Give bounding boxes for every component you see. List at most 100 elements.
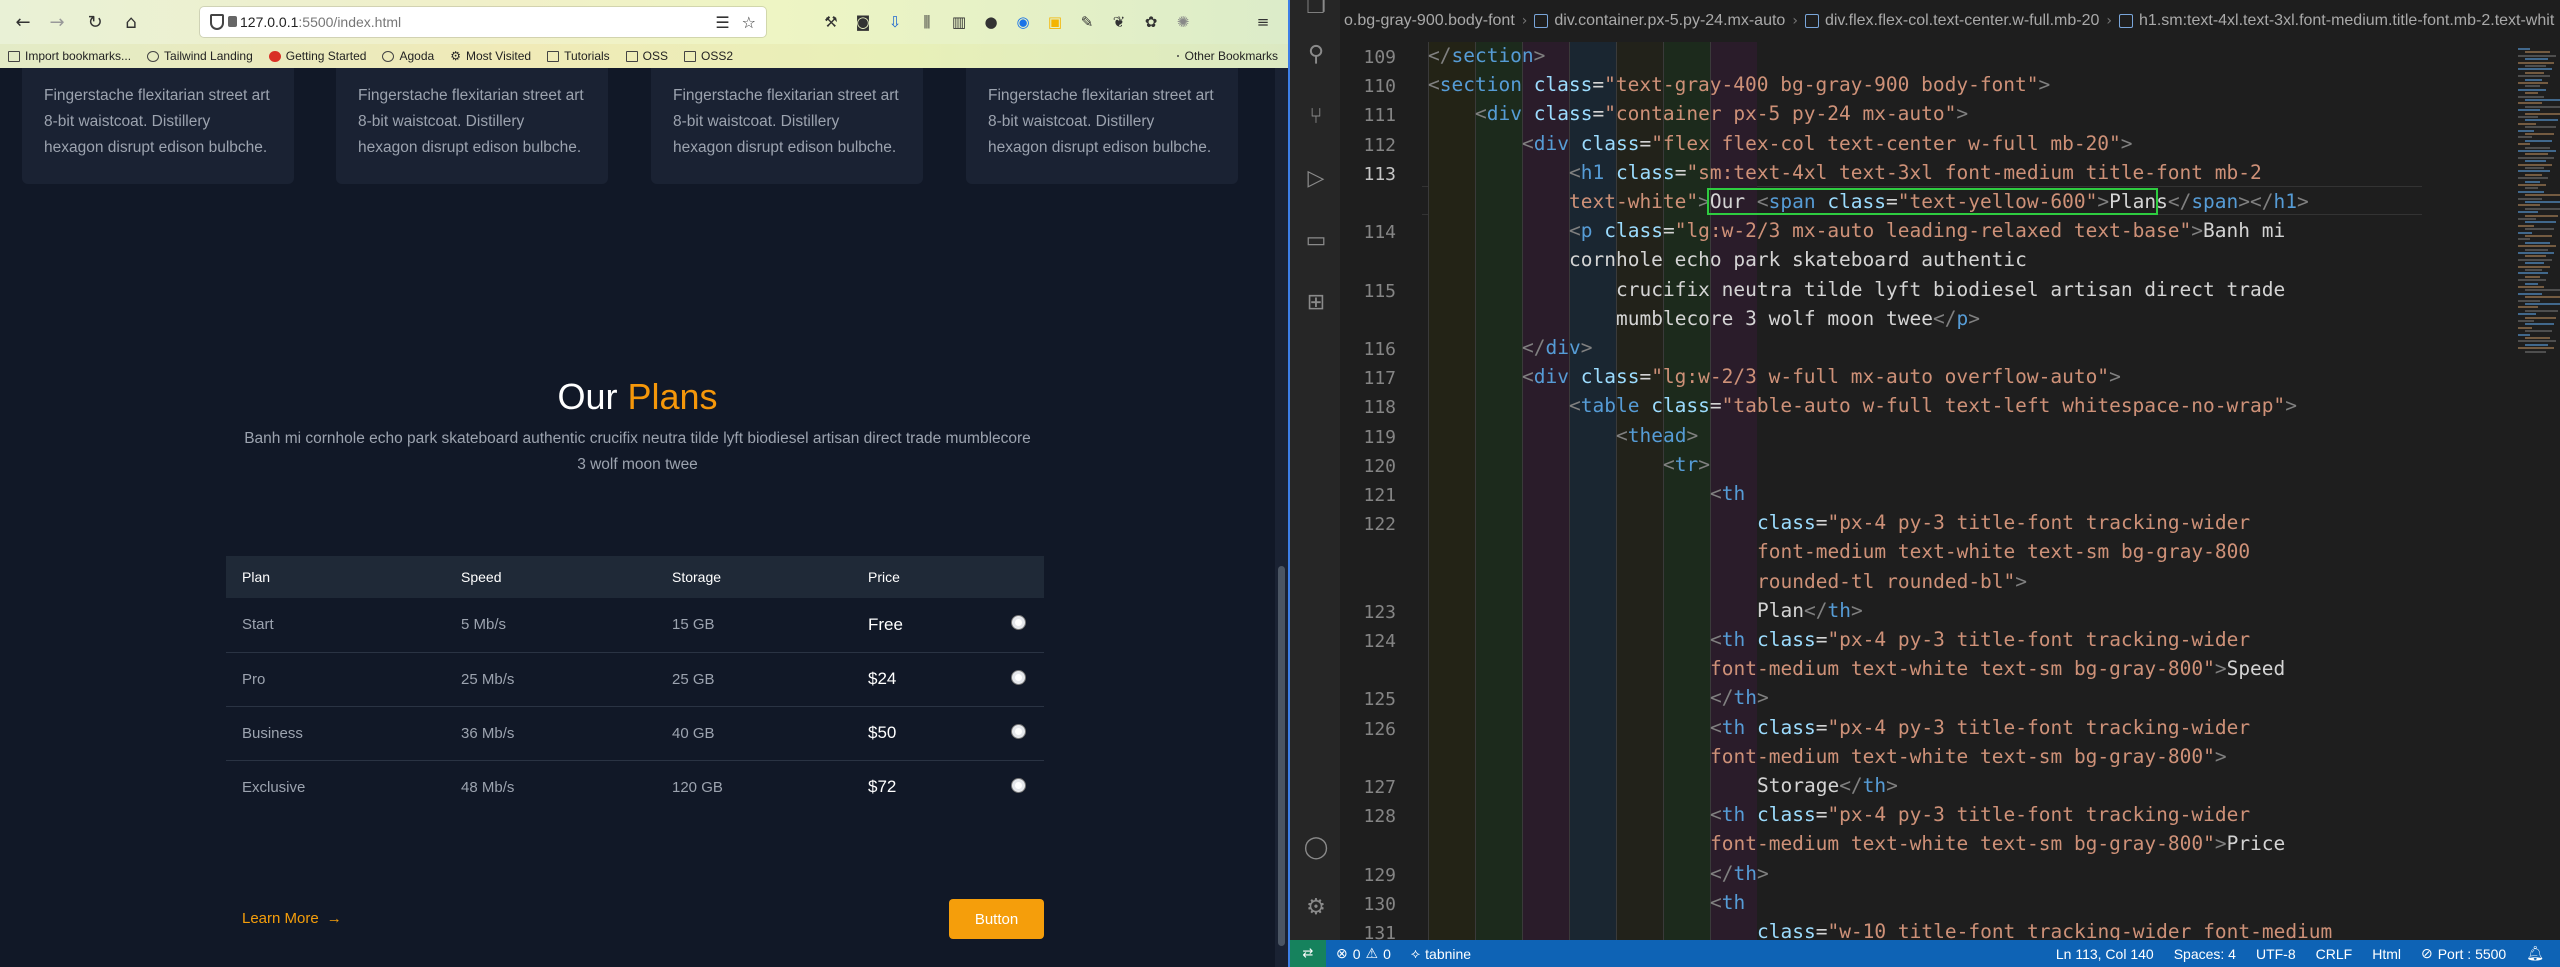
settings-gear-icon[interactable]: ⚙ [1302, 893, 1330, 921]
reader-view-icon[interactable]: ☰ [715, 13, 729, 32]
back-icon[interactable]: ← [10, 9, 36, 35]
minimap-line [2525, 194, 2560, 197]
bookmark-tutorials[interactable]: Tutorials [539, 49, 618, 63]
code-line: Plan</th> [1757, 599, 1863, 622]
menu-icon[interactable]: ≡ [1252, 11, 1274, 33]
minimap[interactable] [2512, 42, 2560, 940]
extension-yellow-icon[interactable]: ▣ [1044, 11, 1066, 33]
bookmark-tailwind[interactable]: Tailwind Landing [139, 49, 261, 63]
breadcrumb-item[interactable]: div.flex.flex-col.text-center.w-full.mb-… [1825, 12, 2099, 30]
plan-radio[interactable] [1012, 778, 1025, 792]
code-token: "lg:w-2/3 mx-auto leading-relaxed text-b… [1674, 219, 2192, 243]
extension-icon[interactable]: ● [980, 11, 1002, 33]
pocket-icon[interactable]: ◙ [852, 11, 874, 33]
explorer-icon[interactable]: ❐ [1302, 0, 1330, 20]
code-token: "px-4 py-3 title-font tracking-wider [1827, 803, 2251, 827]
bookmark-most-visited[interactable]: ⚙ Most Visited [442, 49, 539, 63]
code-line: <table class="table-auto w-full text-lef… [1569, 394, 2297, 417]
home-icon[interactable]: ⌂ [118, 9, 144, 35]
extension-notes-icon[interactable]: ✎ [1076, 11, 1098, 33]
bookmark-oss[interactable]: OSS [618, 49, 676, 63]
code-token: > [1756, 686, 1769, 710]
code-token: th [1733, 686, 1757, 710]
page-scrollbar[interactable] [1275, 68, 1288, 967]
minimap-line [2525, 153, 2548, 156]
live-server-port[interactable]: ⊘ Port : 5500 [2411, 945, 2516, 962]
remote-explorer-icon[interactable]: ▭ [1302, 226, 1330, 254]
extension-color-icon[interactable]: ✿ [1140, 11, 1162, 33]
breadcrumb-item[interactable]: div.container.px-5.py-24.mx-auto [1554, 12, 1785, 30]
cta-button[interactable]: Button [949, 899, 1044, 939]
code-token: h1 [1580, 160, 1605, 184]
minimap-line [2525, 269, 2542, 271]
plan-radio[interactable] [1012, 616, 1025, 630]
minimap-line [2518, 163, 2552, 166]
code-token: = [1592, 102, 1605, 126]
tabnine-status[interactable]: ⟡ tabnine [1401, 945, 1481, 962]
code-area[interactable]: </section> <section class="text-gray-400 … [1422, 42, 2512, 940]
minimap-line [2525, 112, 2560, 115]
minimap-line [2525, 303, 2560, 305]
download-icon[interactable]: ⇩ [884, 11, 906, 33]
shield-icon[interactable] [210, 14, 224, 30]
line-number: 123 [1363, 601, 1396, 623]
lock-icon[interactable] [228, 16, 237, 27]
language-mode[interactable]: Html [2362, 946, 2411, 962]
bookmark-agoda[interactable]: Agoda [374, 49, 442, 63]
bookmark-star-icon[interactable]: ☆ [742, 13, 756, 32]
search-icon[interactable]: ⚲ [1302, 40, 1330, 68]
bookmark-import[interactable]: Import bookmarks... [0, 49, 139, 63]
minimap-line [2525, 296, 2560, 299]
notifications-bell-icon[interactable]: 🔔︎ [2516, 945, 2554, 962]
bookmark-oss2[interactable]: OSS2 [676, 49, 741, 63]
encoding[interactable]: UTF-8 [2246, 946, 2306, 962]
extension-puzzle-icon[interactable]: ✺ [1172, 11, 1194, 33]
line-ending[interactable]: CRLF [2306, 946, 2363, 962]
extensions-icon[interactable]: ⊞ [1302, 288, 1330, 316]
minimap-line [2525, 309, 2558, 312]
forward-icon[interactable]: → [44, 9, 70, 35]
chevron-right-icon: › [2106, 13, 2113, 29]
plan-radio[interactable] [1012, 670, 1025, 684]
url-bar[interactable]: 127.0.0.1:5500/index.html ☰ ☆ [200, 7, 766, 37]
code-token: = [1815, 920, 1828, 940]
price-cell: $24 [852, 651, 996, 706]
scrollbar-thumb[interactable] [1278, 566, 1285, 946]
line-number: 119 [1363, 426, 1396, 448]
account-icon[interactable]: ◯ [1302, 833, 1330, 861]
code-token: class [1580, 131, 1640, 155]
breadcrumb-item[interactable]: o.bg-gray-900.body-font [1344, 12, 1515, 30]
minimap-line [2518, 245, 2556, 248]
page-title: Our Plans [0, 376, 1275, 418]
bookmark-getting-started[interactable]: Getting Started [261, 49, 375, 63]
code-line: font-medium text-white text-sm bg-gray-8… [1710, 657, 2285, 680]
minimap-line [2525, 58, 2548, 61]
plan-radio[interactable] [1012, 724, 1025, 738]
breadcrumb-item[interactable]: h1.sm:text-4xl.text-3xl.font-medium.titl… [2139, 12, 2554, 30]
code-token: > [2015, 569, 2028, 593]
other-bookmarks[interactable]: Other Bookmarks [1176, 44, 1278, 68]
tools-icon[interactable]: ⚒ [820, 11, 842, 33]
minimap-line [2525, 262, 2544, 265]
code-token: > [1698, 452, 1710, 476]
library-icon[interactable]: ⫼ [916, 11, 938, 33]
remote-indicator-icon[interactable]: ⇄ [1290, 940, 1326, 967]
reload-icon[interactable]: ↻ [82, 9, 108, 35]
indentation[interactable]: Spaces: 4 [2164, 946, 2246, 962]
minimap-line [2518, 95, 2544, 98]
run-debug-icon[interactable]: ▷ [1302, 164, 1330, 192]
cursor-position[interactable]: Ln 113, Col 140 [2046, 946, 2164, 962]
learn-more-link[interactable]: Learn More → [242, 910, 342, 927]
source-control-icon[interactable]: ⑂ [1302, 102, 1330, 130]
feature-card: Fingerstache flexitarian street art 8-bi… [966, 68, 1238, 184]
arrow-right-icon: → [326, 910, 342, 927]
error-icon: ⊗ [1336, 945, 1348, 961]
extension-leaf-icon[interactable]: ❦ [1108, 11, 1130, 33]
code-token: </ [1522, 336, 1546, 359]
minimap-line [2518, 68, 2552, 71]
problems-indicator[interactable]: ⊗ 0 ⚠ 0 [1326, 945, 1401, 962]
sidebar-icon[interactable]: ▥ [948, 11, 970, 33]
code-token: < [1569, 394, 1581, 418]
minimap-line [2525, 221, 2556, 224]
extension-blue-icon[interactable]: ◉ [1012, 11, 1034, 33]
